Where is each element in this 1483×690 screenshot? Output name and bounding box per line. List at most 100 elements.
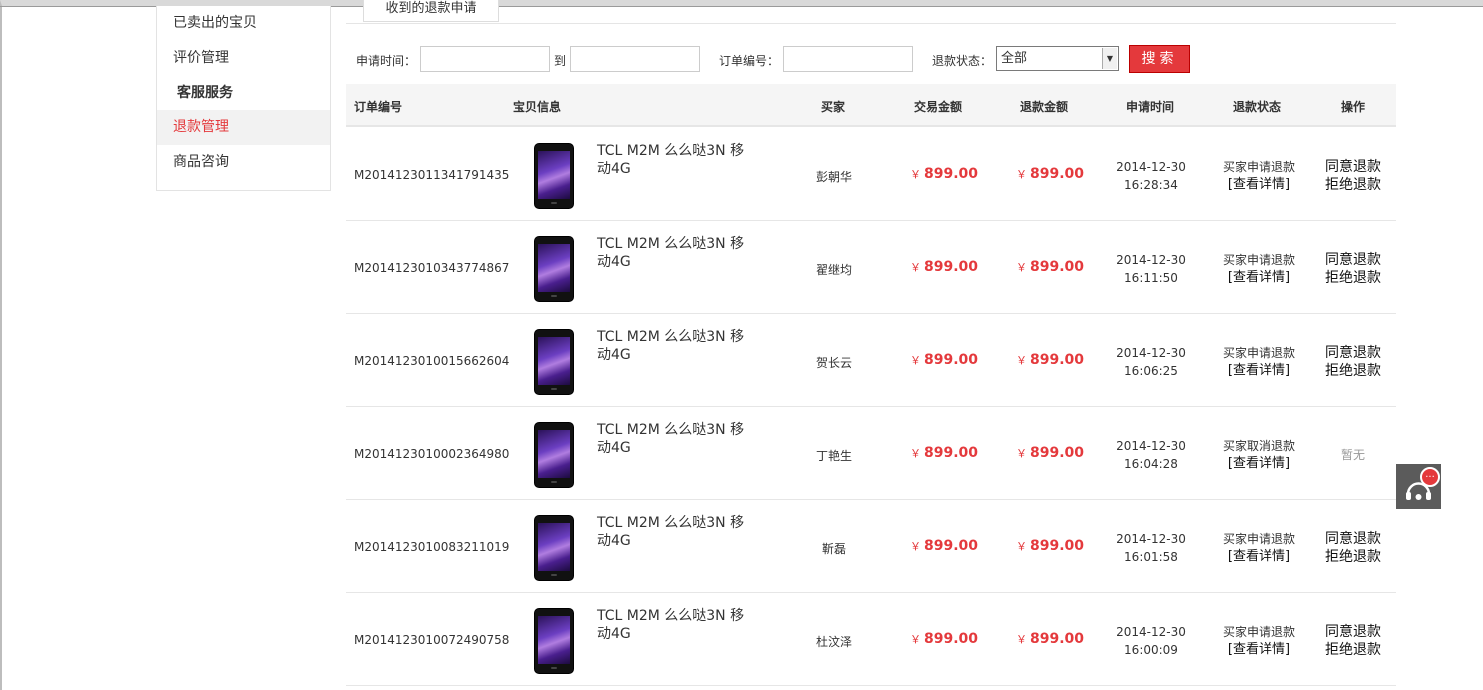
refund-amount: ￥ 899.00 (1016, 445, 1084, 461)
product-thumbnail[interactable] (534, 143, 574, 209)
table-row: M2014123010015662604 TCL M2M 么么哒3N 移动4G … (346, 314, 1396, 407)
col-trade-amount: 交易金额 (914, 100, 963, 114)
order-number: M2014123010015662604 (354, 354, 510, 368)
order-number: M2014123010002364980 (354, 447, 510, 461)
reject-refund-button[interactable]: 拒绝退款 (1322, 176, 1384, 194)
currency-symbol: ￥ (1016, 168, 1027, 181)
trade-amount-value: 899.00 (924, 631, 979, 647)
currency-symbol: ￥ (910, 168, 921, 181)
view-detail-link[interactable]: [查看详情] (1219, 641, 1299, 659)
table-row: M2014123010002364980 TCL M2M 么么哒3N 移动4G … (346, 407, 1396, 500)
tab-received-refund-requests[interactable]: 收到的退款申请 (363, 0, 499, 22)
agree-refund-button[interactable]: 同意退款 (1322, 530, 1384, 548)
apply-time-end-input[interactable] (570, 46, 700, 72)
refund-status-text: 买家申请退款 (1222, 346, 1295, 360)
view-detail-link[interactable]: [查看详情] (1219, 269, 1299, 287)
apply-clock: 16:04:28 (1124, 457, 1178, 471)
sidebar-item-reviews[interactable]: 评价管理 (157, 41, 330, 76)
sidebar: 已卖出的宝贝 评价管理 客服服务 退款管理 商品咨询 (156, 6, 331, 191)
refund-amount: ￥ 899.00 (1016, 166, 1084, 182)
apply-clock: 16:06:25 (1124, 364, 1178, 378)
notification-badge: ... (1420, 467, 1440, 487)
apply-clock: 16:11:50 (1124, 271, 1178, 285)
refund-amount-value: 899.00 (1030, 166, 1085, 182)
col-order-no: 订单编号 (354, 100, 403, 114)
row-actions: 同意退款 拒绝退款 (1322, 530, 1384, 566)
row-actions: 同意退款 拒绝退款 (1322, 251, 1384, 287)
reject-refund-button[interactable]: 拒绝退款 (1322, 548, 1384, 566)
col-buyer: 买家 (821, 100, 846, 114)
product-thumbnail[interactable] (534, 608, 574, 674)
product-name[interactable]: TCL M2M 么么哒3N 移动4G (597, 235, 757, 271)
apply-clock: 16:00:09 (1124, 643, 1178, 657)
col-refund-amount: 退款金额 (1020, 100, 1069, 114)
buyer-name: 杜汶泽 (816, 635, 853, 649)
currency-symbol: ￥ (1016, 540, 1027, 553)
refund-amount: ￥ 899.00 (1016, 352, 1084, 368)
refund-status-select[interactable]: 全部 ▼ (996, 46, 1119, 71)
table-row: M2014123010083211019 TCL M2M 么么哒3N 移动4G … (346, 500, 1396, 593)
product-name[interactable]: TCL M2M 么么哒3N 移动4G (597, 514, 757, 550)
reject-refund-button[interactable]: 拒绝退款 (1322, 269, 1384, 287)
refund-status: 买家申请退款 [查看详情] (1219, 623, 1299, 659)
product-thumbnail[interactable] (534, 236, 574, 302)
product-thumbnail[interactable] (534, 329, 574, 395)
view-detail-link[interactable]: [查看详情] (1219, 548, 1299, 566)
product-name[interactable]: TCL M2M 么么哒3N 移动4G (597, 607, 757, 643)
sidebar-item-refund-management[interactable]: 退款管理 (157, 110, 330, 145)
dropdown-arrow-icon[interactable]: ▼ (1102, 48, 1117, 69)
trade-amount-value: 899.00 (924, 259, 979, 275)
refund-status-text: 买家申请退款 (1222, 253, 1295, 267)
view-detail-link[interactable]: [查看详情] (1219, 455, 1299, 473)
sidebar-item-sold-items[interactable]: 已卖出的宝贝 (157, 6, 330, 41)
apply-time: 2014-12-30 16:11:50 (1116, 251, 1186, 287)
apply-date: 2014-12-30 (1116, 253, 1186, 267)
currency-symbol: ￥ (910, 354, 921, 367)
refund-status: 买家取消退款 [查看详情] (1219, 437, 1299, 473)
buyer-name: 贺长云 (816, 356, 853, 370)
reject-refund-button[interactable]: 拒绝退款 (1322, 641, 1384, 659)
table-row: M2014123010072490758 TCL M2M 么么哒3N 移动4G … (346, 593, 1396, 686)
order-number: M2014123011341791435 (354, 168, 510, 182)
product-thumbnail[interactable] (534, 515, 574, 581)
apply-date: 2014-12-30 (1116, 532, 1186, 546)
refund-status-text: 买家申请退款 (1222, 625, 1295, 639)
currency-symbol: ￥ (910, 447, 921, 460)
order-no-input[interactable] (783, 46, 913, 72)
apply-time: 2014-12-30 16:06:25 (1116, 344, 1186, 380)
search-button[interactable]: 搜索 (1129, 45, 1190, 73)
product-name[interactable]: TCL M2M 么么哒3N 移动4G (597, 142, 757, 178)
product-name[interactable]: TCL M2M 么么哒3N 移动4G (597, 328, 757, 364)
product-name[interactable]: TCL M2M 么么哒3N 移动4G (597, 421, 757, 457)
refund-amount: ￥ 899.00 (1016, 631, 1084, 647)
row-actions: 同意退款 拒绝退款 (1322, 344, 1384, 380)
product-thumbnail[interactable] (534, 422, 574, 488)
refund-amount-value: 899.00 (1030, 631, 1085, 647)
trade-amount-value: 899.00 (924, 538, 979, 554)
table-row: M2014123011341791435 TCL M2M 么么哒3N 移动4G … (346, 128, 1396, 221)
refund-amount-value: 899.00 (1030, 259, 1085, 275)
trade-amount: ￥ 899.00 (910, 538, 978, 554)
refund-status-label: 退款状态： (932, 54, 993, 68)
refund-status: 买家申请退款 [查看详情] (1219, 158, 1299, 194)
reject-refund-button[interactable]: 拒绝退款 (1322, 362, 1384, 380)
agree-refund-button[interactable]: 同意退款 (1322, 623, 1384, 641)
agree-refund-button[interactable]: 同意退款 (1322, 251, 1384, 269)
sidebar-item-product-inquiry[interactable]: 商品咨询 (157, 145, 330, 180)
refund-status-text: 买家取消退款 (1222, 439, 1295, 453)
view-detail-link[interactable]: [查看详情] (1219, 176, 1299, 194)
refund-status: 买家申请退款 [查看详情] (1219, 251, 1299, 287)
apply-time-start-input[interactable] (420, 46, 550, 72)
agree-refund-button[interactable]: 同意退款 (1322, 344, 1384, 362)
apply-date: 2014-12-30 (1116, 346, 1186, 360)
trade-amount: ￥ 899.00 (910, 166, 978, 182)
agree-refund-button[interactable]: 同意退款 (1322, 158, 1384, 176)
view-detail-link[interactable]: [查看详情] (1219, 362, 1299, 380)
trade-amount: ￥ 899.00 (910, 259, 978, 275)
trade-amount: ￥ 899.00 (910, 445, 978, 461)
row-actions: 同意退款 拒绝退款 (1322, 623, 1384, 659)
currency-symbol: ￥ (910, 261, 921, 274)
apply-time: 2014-12-30 16:00:09 (1116, 623, 1186, 659)
refund-status: 买家申请退款 [查看详情] (1219, 530, 1299, 566)
refund-amount: ￥ 899.00 (1016, 259, 1084, 275)
